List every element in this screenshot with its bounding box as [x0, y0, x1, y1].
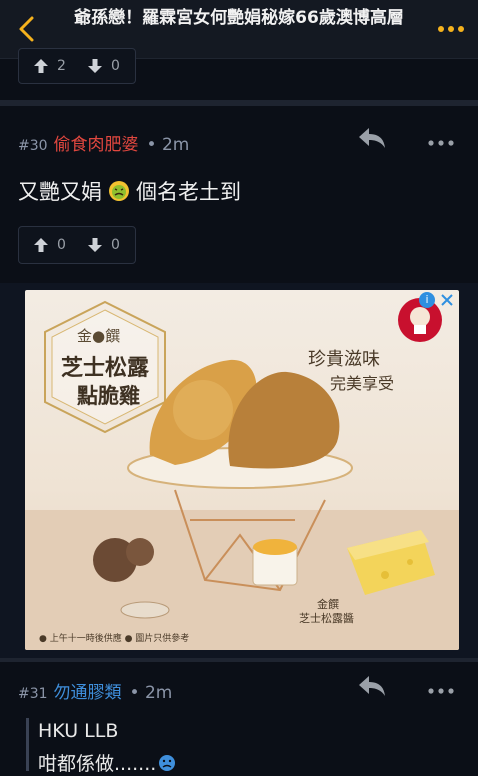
kfc-ad-banner[interactable]: 金●饌 芝士松露 點脆雞 珍貴滋味 完美享受 金饌 芝士松露醬 ● 上午十一時後… [25, 290, 459, 650]
post-text: 又艷又娟 [18, 180, 102, 204]
ellipsis-icon [438, 26, 464, 32]
ad-close-button[interactable] [438, 291, 456, 309]
dip-label-2: 芝士松露醬 [299, 612, 354, 625]
arrow-down-icon [88, 59, 102, 73]
post-more-button[interactable] [427, 681, 455, 694]
post-meta: #31 勿通膠類 • 2m [18, 678, 172, 703]
reply-button[interactable] [357, 126, 387, 150]
username[interactable]: 偷食肉肥婆 [54, 130, 139, 155]
ellipsis-icon [428, 140, 454, 146]
quote-bar [26, 718, 29, 771]
reply-icon [359, 128, 385, 148]
slogan-1: 珍貴滋味 [308, 349, 380, 370]
arrow-down-icon [88, 238, 102, 252]
post-number: #31 [18, 686, 48, 702]
arrow-up-icon [34, 238, 48, 252]
quote-line-2-text: 咁都係做....... [38, 753, 157, 775]
reply-button[interactable] [357, 674, 387, 698]
upvote-button[interactable]: 2 [33, 49, 66, 83]
sick-face-icon [109, 181, 129, 201]
reply-icon [359, 676, 385, 696]
sad-face-icon [159, 754, 176, 771]
close-icon [441, 294, 453, 306]
upvote-count: 2 [57, 58, 66, 74]
quote-line-1: HKU LLB [38, 720, 119, 742]
post-time: • 2m [129, 683, 173, 703]
ad-info-button[interactable]: i [419, 292, 435, 308]
upvote-button[interactable]: 0 [33, 227, 66, 263]
post-30: #30 偷食肉肥婆 • 2m 又艷又娟 個名老土到 0 0 [0, 106, 478, 283]
vote-box: 2 0 [18, 48, 136, 84]
arrow-up-icon [34, 59, 48, 73]
quote-line-2: 咁都係做....... [38, 749, 176, 776]
badge-sub-text: 點脆雞 [77, 383, 140, 408]
post-meta: #30 偷食肉肥婆 • 2m [18, 130, 189, 155]
chevron-left-icon [19, 16, 34, 42]
post-text-continued: 個名老土到 [136, 180, 241, 204]
badge-top-text: 金●饌 [77, 327, 121, 345]
badge-main-text: 芝士松露 [61, 355, 150, 381]
post-number: #30 [18, 138, 48, 154]
downvote-button[interactable]: 0 [87, 227, 120, 263]
username[interactable]: 勿通膠類 [54, 678, 122, 703]
info-icon: i [425, 293, 429, 306]
downvote-count: 0 [111, 58, 120, 74]
more-button[interactable] [434, 14, 468, 44]
downvote-count: 0 [111, 237, 120, 253]
ellipsis-icon [428, 688, 454, 694]
vote-box: 0 0 [18, 226, 136, 264]
ad-footnote: ● 上午十一時後供應 ● 圖片只供參考 [39, 634, 190, 644]
post-more-button[interactable] [427, 133, 455, 146]
post-time: • 2m [146, 135, 190, 155]
downvote-button[interactable]: 0 [87, 49, 120, 83]
post-content: 又艷又娟 個名老土到 [18, 176, 241, 206]
thread-title: 爺孫戀！羅霖宮女何艷娟秘嫁66歲澳博高層 [74, 8, 404, 28]
slogan-2: 完美享受 [330, 374, 395, 393]
back-button[interactable] [10, 12, 44, 46]
upvote-count: 0 [57, 237, 66, 253]
